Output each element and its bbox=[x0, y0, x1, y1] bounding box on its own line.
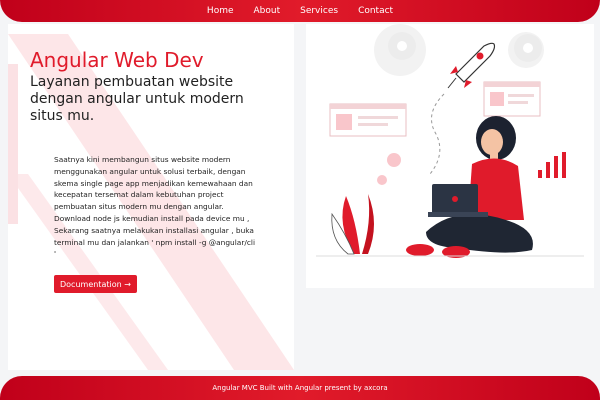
hero-panel: Angular Web Dev Layanan pembuatan websit… bbox=[8, 24, 294, 370]
bar-chart-icon bbox=[538, 152, 566, 178]
woman-with-laptop-rocket-illustration bbox=[316, 24, 584, 258]
illustration-panel bbox=[306, 24, 594, 288]
rocket-icon bbox=[447, 42, 496, 89]
documentation-button[interactable]: Documentation → bbox=[54, 275, 137, 293]
browser-window-icon bbox=[329, 103, 407, 137]
hero-subtitle: Layanan pembuatan website dengan angular… bbox=[30, 74, 244, 124]
plant-icon bbox=[331, 194, 374, 255]
top-navbar: Home About Services Contact bbox=[0, 0, 600, 22]
nav-link-about[interactable]: About bbox=[254, 6, 281, 16]
hero-description: Saatnya kini membangun situs website mod… bbox=[54, 155, 256, 259]
nav-link-contact[interactable]: Contact bbox=[358, 6, 393, 16]
page-footer: Angular MVC Built with Angular present b… bbox=[0, 376, 600, 400]
footer-text: Angular MVC Built with Angular present b… bbox=[212, 384, 388, 392]
page-title: Angular Web Dev bbox=[30, 48, 204, 72]
gear-icon bbox=[388, 32, 416, 60]
nav-link-home[interactable]: Home bbox=[207, 6, 234, 16]
nav-link-services[interactable]: Services bbox=[300, 6, 338, 16]
